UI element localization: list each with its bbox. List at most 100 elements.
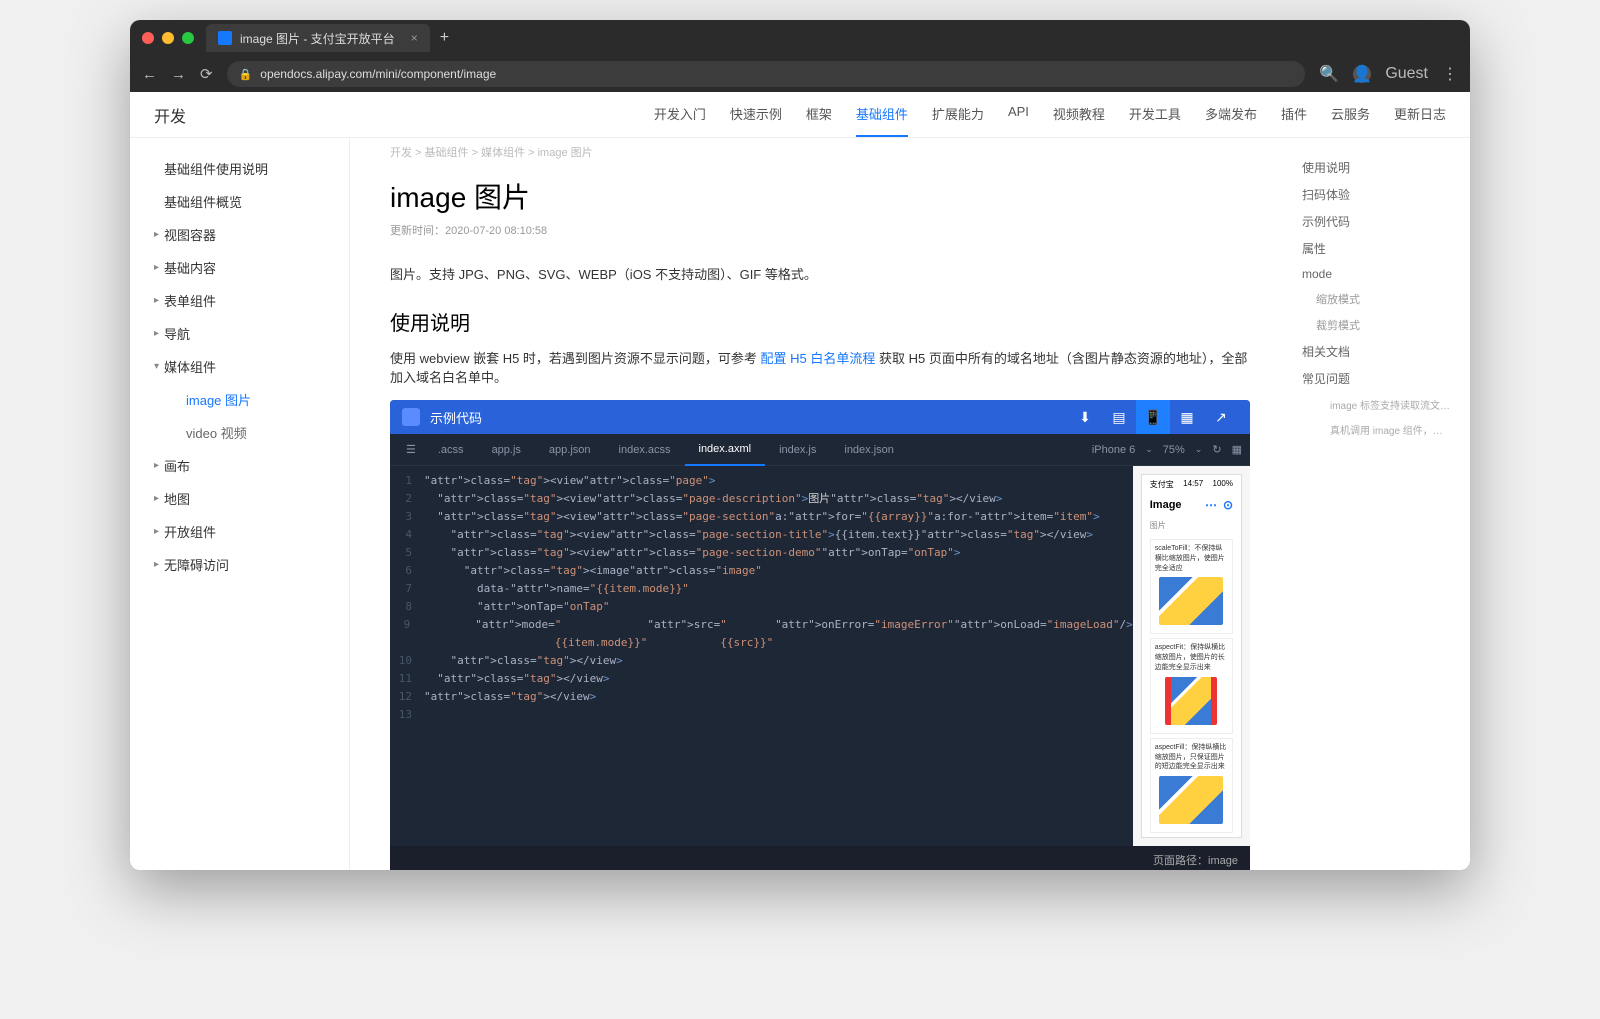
- toc-item[interactable]: mode: [1302, 262, 1458, 286]
- favicon: [218, 31, 232, 45]
- sidebar-item[interactable]: image 图片: [130, 383, 349, 416]
- qrcode-icon[interactable]: ▤: [1102, 400, 1136, 434]
- top-nav: 开发 开发入门快速示例框架基础组件扩展能力API视频教程开发工具多端发布插件云服…: [130, 92, 1470, 138]
- code-tab[interactable]: app.js: [478, 434, 535, 466]
- toc-item[interactable]: 使用说明: [1302, 154, 1458, 181]
- page-title: image 图片: [390, 176, 1250, 216]
- topnav-item[interactable]: 基础组件: [856, 92, 908, 137]
- code-header-title: 示例代码: [430, 408, 482, 427]
- sidebar-item[interactable]: 基础组件使用说明: [130, 152, 349, 185]
- phone-statusbar: 支付宝14:57100%: [1142, 475, 1241, 494]
- more-icon[interactable]: ⋯: [1205, 498, 1217, 512]
- zoom-select[interactable]: 75%: [1163, 444, 1185, 456]
- toc-sidebar: 使用说明扫码体验示例代码属性mode缩放模式裁剪模式相关文档常见问题image …: [1290, 138, 1470, 870]
- toc-item[interactable]: 真机调用 image 组件，…: [1302, 417, 1458, 442]
- whitelist-link[interactable]: 配置 H5 白名单流程: [761, 351, 876, 366]
- code-tab[interactable]: index.json: [830, 434, 908, 466]
- files-icon[interactable]: ☰: [398, 434, 424, 466]
- sidebar-item-label: 视图容器: [164, 225, 216, 244]
- topnav-item[interactable]: 插件: [1281, 92, 1307, 137]
- sidebar-item[interactable]: ▸无障碍访问: [130, 548, 349, 581]
- sidebar-item-label: 画布: [164, 456, 190, 475]
- topnav-item[interactable]: 视频教程: [1053, 92, 1105, 137]
- toc-item[interactable]: 相关文档: [1302, 338, 1458, 365]
- refresh-preview-icon[interactable]: ↻: [1212, 443, 1221, 456]
- code-example-box: 示例代码 ⬇ ▤ 📱 ▦ ↗ ☰ .acssapp.jsapp.jsoninde…: [390, 400, 1250, 870]
- section-usage-title: 使用说明: [390, 307, 1250, 336]
- topnav-item[interactable]: 云服务: [1331, 92, 1370, 137]
- topnav-item[interactable]: 快速示例: [730, 92, 782, 137]
- sidebar-item[interactable]: 基础组件概览: [130, 185, 349, 218]
- forward-button[interactable]: →: [171, 66, 186, 83]
- minimize-window[interactable]: [162, 32, 174, 44]
- code-body: 1"attr">class="tag"><view "attr">class="…: [390, 466, 1250, 846]
- toc-item[interactable]: 示例代码: [1302, 208, 1458, 235]
- toc-item[interactable]: 裁剪模式: [1302, 312, 1458, 338]
- search-icon[interactable]: 🔍: [1319, 64, 1339, 84]
- preview-image: [1159, 577, 1223, 625]
- code-line: 12"attr">class="tag"></view>: [390, 688, 1133, 706]
- topnav-item[interactable]: 开发工具: [1129, 92, 1181, 137]
- section-usage-text: 使用 webview 嵌套 H5 时，若遇到图片资源不显示问题，可参考 配置 H…: [390, 348, 1250, 386]
- chevron-icon: ▸: [154, 526, 164, 537]
- reload-button[interactable]: ⟳: [200, 65, 213, 83]
- code-line: 7 data-"attr">name="{{item.mode}}": [390, 580, 1133, 598]
- toc-item[interactable]: image 标签支持读取流文…: [1302, 392, 1458, 417]
- sidebar-item-label: 基础组件概览: [164, 192, 242, 211]
- code-logo-icon: [402, 408, 420, 426]
- sidebar-item[interactable]: ▸表单组件: [130, 284, 349, 317]
- sidebar-item-label: 媒体组件: [164, 357, 216, 376]
- topnav-item[interactable]: 多端发布: [1205, 92, 1257, 137]
- preview-card-text: scaleToFill：不保持纵横比缩放图片，使图片完全适应: [1155, 544, 1228, 573]
- code-tab[interactable]: app.json: [535, 434, 605, 466]
- device-select[interactable]: iPhone 6: [1092, 444, 1135, 456]
- sidebar-item-label: 开放组件: [164, 522, 216, 541]
- grid-icon[interactable]: ▦: [1170, 400, 1204, 434]
- sidebar-item[interactable]: ▸基础内容: [130, 251, 349, 284]
- share-icon[interactable]: ↗: [1204, 400, 1238, 434]
- sidebar-item[interactable]: ▸画布: [130, 449, 349, 482]
- profile-icon[interactable]: 👤: [1353, 65, 1371, 83]
- close-window[interactable]: [142, 32, 154, 44]
- url-input[interactable]: 🔒 opendocs.alipay.com/mini/component/ima…: [227, 61, 1306, 87]
- topnav-item[interactable]: 开发入门: [654, 92, 706, 137]
- sidebar-item[interactable]: ▾媒体组件: [130, 350, 349, 383]
- chevron-icon: ▾: [154, 361, 164, 372]
- code-tab[interactable]: index.axml: [685, 434, 766, 466]
- close-tab-icon[interactable]: ×: [411, 31, 418, 45]
- chevron-icon: ▸: [154, 460, 164, 471]
- menu-icon[interactable]: ⋮: [1442, 64, 1458, 84]
- browser-tab[interactable]: image 图片 - 支付宝开放平台 ×: [206, 24, 430, 52]
- tab-title: image 图片 - 支付宝开放平台: [240, 30, 395, 47]
- code-tab[interactable]: index.js: [765, 434, 830, 466]
- back-button[interactable]: ←: [142, 66, 157, 83]
- layout-icon[interactable]: ▦: [1232, 443, 1242, 456]
- phone-preview-icon[interactable]: 📱: [1136, 400, 1170, 434]
- page-content: 开发 开发入门快速示例框架基础组件扩展能力API视频教程开发工具多端发布插件云服…: [130, 92, 1470, 870]
- sidebar-item[interactable]: ▸导航: [130, 317, 349, 350]
- toc-item[interactable]: 常见问题: [1302, 365, 1458, 392]
- topnav-item[interactable]: 扩展能力: [932, 92, 984, 137]
- body-layout: 基础组件使用说明基础组件概览▸视图容器▸基础内容▸表单组件▸导航▾媒体组件ima…: [130, 138, 1470, 870]
- toc-item[interactable]: 缩放模式: [1302, 286, 1458, 312]
- chevron-icon: ▸: [154, 493, 164, 504]
- code-editor[interactable]: 1"attr">class="tag"><view "attr">class="…: [390, 466, 1133, 846]
- topnav-item[interactable]: API: [1008, 92, 1029, 137]
- code-tab[interactable]: .acss: [424, 434, 478, 466]
- download-icon[interactable]: ⬇: [1068, 400, 1102, 434]
- sidebar-item[interactable]: ▸开放组件: [130, 515, 349, 548]
- sidebar-item[interactable]: ▸地图: [130, 482, 349, 515]
- code-footer: 页面路径：image: [390, 846, 1250, 870]
- sidebar: 基础组件使用说明基础组件概览▸视图容器▸基础内容▸表单组件▸导航▾媒体组件ima…: [130, 138, 350, 870]
- toc-item[interactable]: 属性: [1302, 235, 1458, 262]
- toc-item[interactable]: 扫码体验: [1302, 181, 1458, 208]
- sidebar-item[interactable]: video 视频: [130, 416, 349, 449]
- sidebar-item[interactable]: ▸视图容器: [130, 218, 349, 251]
- topnav-item[interactable]: 框架: [806, 92, 832, 137]
- close-app-icon[interactable]: ⊙: [1223, 498, 1233, 512]
- address-bar: ← → ⟳ 🔒 opendocs.alipay.com/mini/compone…: [130, 56, 1470, 92]
- code-tab[interactable]: index.acss: [605, 434, 685, 466]
- new-tab-button[interactable]: +: [440, 29, 449, 47]
- topnav-item[interactable]: 更新日志: [1394, 92, 1446, 137]
- maximize-window[interactable]: [182, 32, 194, 44]
